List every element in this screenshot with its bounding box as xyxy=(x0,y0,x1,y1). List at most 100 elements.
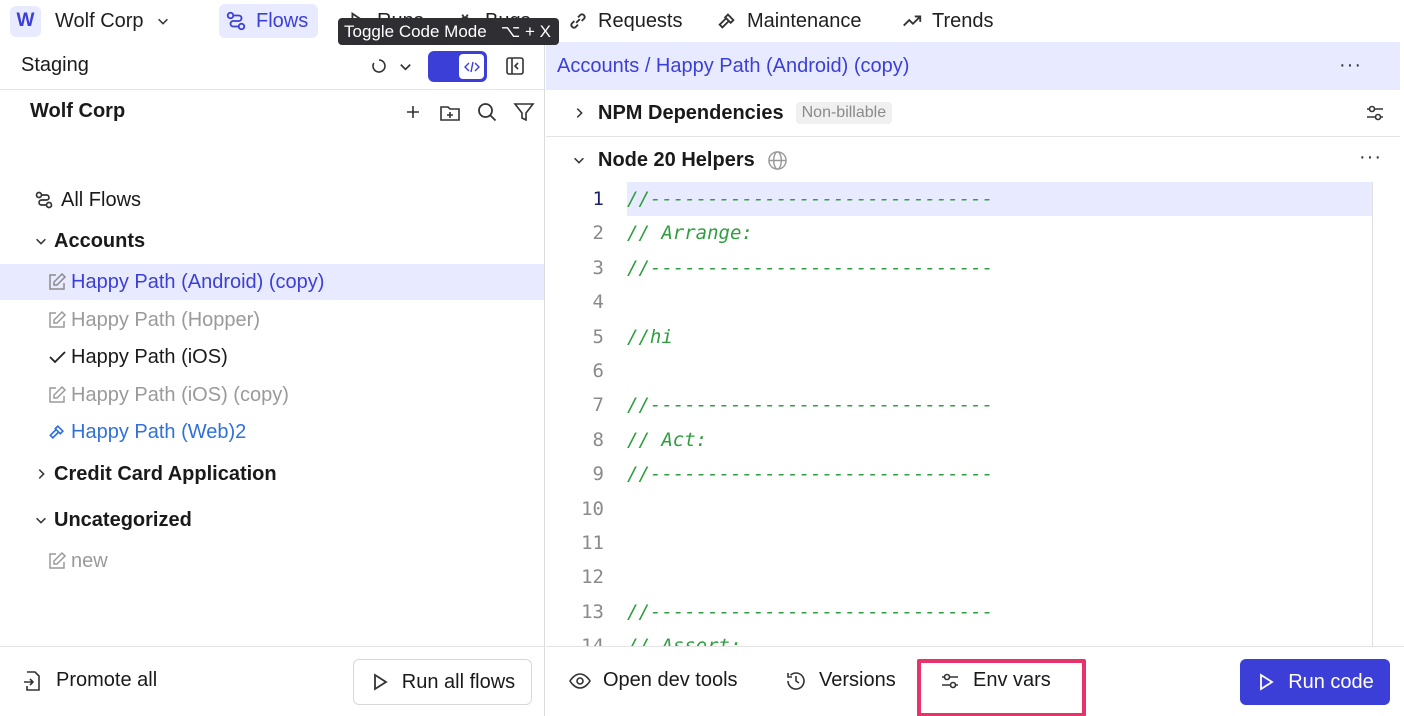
all-flows-item[interactable]: All Flows xyxy=(0,182,544,218)
line-number: 8 xyxy=(592,429,604,451)
flow-item[interactable]: new xyxy=(0,543,544,579)
more-options-icon[interactable]: ··· xyxy=(1359,146,1382,169)
flow-item[interactable]: Happy Path (Android) (copy) xyxy=(0,264,544,300)
run-code-button[interactable]: Run code xyxy=(1240,659,1390,705)
code-text: // Arrange: xyxy=(627,222,753,244)
org-switcher[interactable]: W Wolf Corp xyxy=(10,5,170,37)
all-flows-label: All Flows xyxy=(61,188,142,211)
code-line[interactable]: 14 // Assert: xyxy=(546,629,1372,646)
line-number: 11 xyxy=(581,532,604,554)
code-line[interactable]: 1 //------------------------------ xyxy=(546,182,1372,216)
line-number: 6 xyxy=(592,360,604,382)
filter-icon[interactable] xyxy=(513,101,535,123)
versions-button[interactable]: Versions xyxy=(785,669,896,692)
line-number: 4 xyxy=(592,291,604,313)
folder-uncategorized[interactable]: Uncategorized xyxy=(0,502,544,538)
code-text: // Act: xyxy=(627,429,708,451)
flows-icon xyxy=(35,191,53,209)
sliders-icon[interactable] xyxy=(1364,102,1386,124)
trend-icon xyxy=(903,15,922,27)
npm-dependencies-section[interactable]: NPM Dependencies Non-billable xyxy=(546,90,1400,137)
add-icon[interactable] xyxy=(402,101,424,123)
environment-dropdown-icon[interactable] xyxy=(398,59,413,74)
code-line[interactable]: 11 xyxy=(546,526,1372,560)
code-line[interactable]: 10 xyxy=(546,492,1372,526)
line-number: 9 xyxy=(592,463,604,485)
flow-item[interactable]: Happy Path (iOS) (copy) xyxy=(0,377,544,413)
folder-accounts[interactable]: Accounts xyxy=(0,223,544,259)
code-line[interactable]: 6 xyxy=(546,354,1372,388)
code-editor[interactable]: 1 //------------------------------ 2 // Arr… xyxy=(546,182,1400,646)
toggle-code-mode-tooltip: Toggle Code Mode ⌥ + X xyxy=(338,18,560,45)
nav-requests[interactable]: Requests xyxy=(567,4,683,38)
run-all-flows-button[interactable]: Run all flows xyxy=(353,659,532,705)
code-line[interactable]: 2 // Arrange: xyxy=(546,216,1372,250)
chevron-right-icon xyxy=(38,469,45,479)
tree-actions xyxy=(402,101,535,123)
line-number: 13 xyxy=(581,601,604,623)
org-name: Wolf Corp xyxy=(55,9,144,32)
flow-item-label: new xyxy=(71,549,108,572)
nav-trends-label: Trends xyxy=(932,9,994,32)
code-line[interactable]: 12 xyxy=(546,560,1372,594)
non-billable-badge: Non-billable xyxy=(795,102,893,124)
code-line[interactable]: 9 //------------------------------ xyxy=(546,457,1372,491)
nav-flows[interactable]: Flows xyxy=(219,4,319,38)
env-vars-button[interactable]: Env vars xyxy=(939,669,1051,692)
chevron-down-icon xyxy=(36,517,46,524)
new-folder-icon[interactable] xyxy=(439,101,461,123)
folder-accounts-label: Accounts xyxy=(54,229,146,252)
org-logo: W xyxy=(10,5,41,37)
code-line[interactable]: 13 //------------------------------ xyxy=(546,595,1372,629)
edit-draft-icon xyxy=(49,310,67,328)
tooltip-text: Toggle Code Mode xyxy=(344,21,487,41)
node-helpers-title: Node 20 Helpers xyxy=(598,148,755,171)
check-icon xyxy=(49,351,66,364)
code-text: //------------------------------ xyxy=(627,257,994,279)
code-text: //------------------------------ xyxy=(627,188,994,210)
code-text: //------------------------------ xyxy=(627,394,994,416)
nav-requests-label: Requests xyxy=(598,9,683,32)
globe-icon xyxy=(767,150,787,170)
npm-dependencies-title: NPM Dependencies xyxy=(598,101,784,124)
promote-all-button[interactable]: Promote all xyxy=(22,669,157,692)
open-dev-tools-button[interactable]: Open dev tools xyxy=(569,669,738,692)
code-line[interactable]: 5 //hi xyxy=(546,320,1372,354)
flows-icon xyxy=(226,11,246,31)
code-line[interactable]: 3 //------------------------------ xyxy=(546,251,1372,285)
search-icon[interactable] xyxy=(476,101,498,123)
nav-trends[interactable]: Trends xyxy=(901,4,994,38)
line-number: 7 xyxy=(592,394,604,416)
flow-item[interactable]: Happy Path (iOS) xyxy=(0,339,544,375)
code-mode-toggle[interactable] xyxy=(428,51,487,82)
more-options-icon[interactable]: ··· xyxy=(1339,54,1362,77)
folder-credit-card-application[interactable]: Credit Card Application xyxy=(0,456,544,492)
env-vars-label: Env vars xyxy=(973,669,1051,691)
code-text: //hi xyxy=(627,326,673,348)
line-number: 3 xyxy=(592,257,604,279)
code-line[interactable]: 7 //------------------------------ xyxy=(546,388,1372,422)
code-line[interactable]: 8 // Act: xyxy=(546,423,1372,457)
node-helpers-section[interactable]: Node 20 Helpers ··· xyxy=(546,138,1400,182)
flow-item-label: Happy Path (Web)2 xyxy=(71,420,247,443)
collapse-sidebar-icon[interactable] xyxy=(505,56,525,76)
play-icon xyxy=(1260,673,1274,691)
promote-icon xyxy=(24,670,40,691)
code-text: //------------------------------ xyxy=(627,463,994,485)
flows-sidebar: Staging Wolf Corp All Flows Accounts Hap… xyxy=(0,42,545,716)
environment-name: Staging xyxy=(21,54,89,76)
code-line[interactable]: 4 xyxy=(546,285,1372,319)
tree-root-label: Wolf Corp xyxy=(30,100,126,122)
open-dev-tools-label: Open dev tools xyxy=(603,669,738,691)
play-icon xyxy=(373,673,388,691)
flow-item-label: Happy Path (Android) (copy) xyxy=(71,270,325,293)
run-code-label: Run code xyxy=(1288,670,1374,693)
edit-draft-icon xyxy=(49,272,67,290)
breadcrumb-text[interactable]: Accounts / Happy Path (Android) (copy) xyxy=(557,55,909,78)
flow-item[interactable]: Happy Path (Web)2 xyxy=(0,414,544,450)
chevron-down-icon xyxy=(36,238,46,245)
line-number: 14 xyxy=(581,635,604,646)
editor-scrollbar[interactable] xyxy=(1372,182,1373,646)
flow-item[interactable]: Happy Path (Hopper) xyxy=(0,302,544,338)
nav-maintenance[interactable]: Maintenance xyxy=(716,4,862,38)
